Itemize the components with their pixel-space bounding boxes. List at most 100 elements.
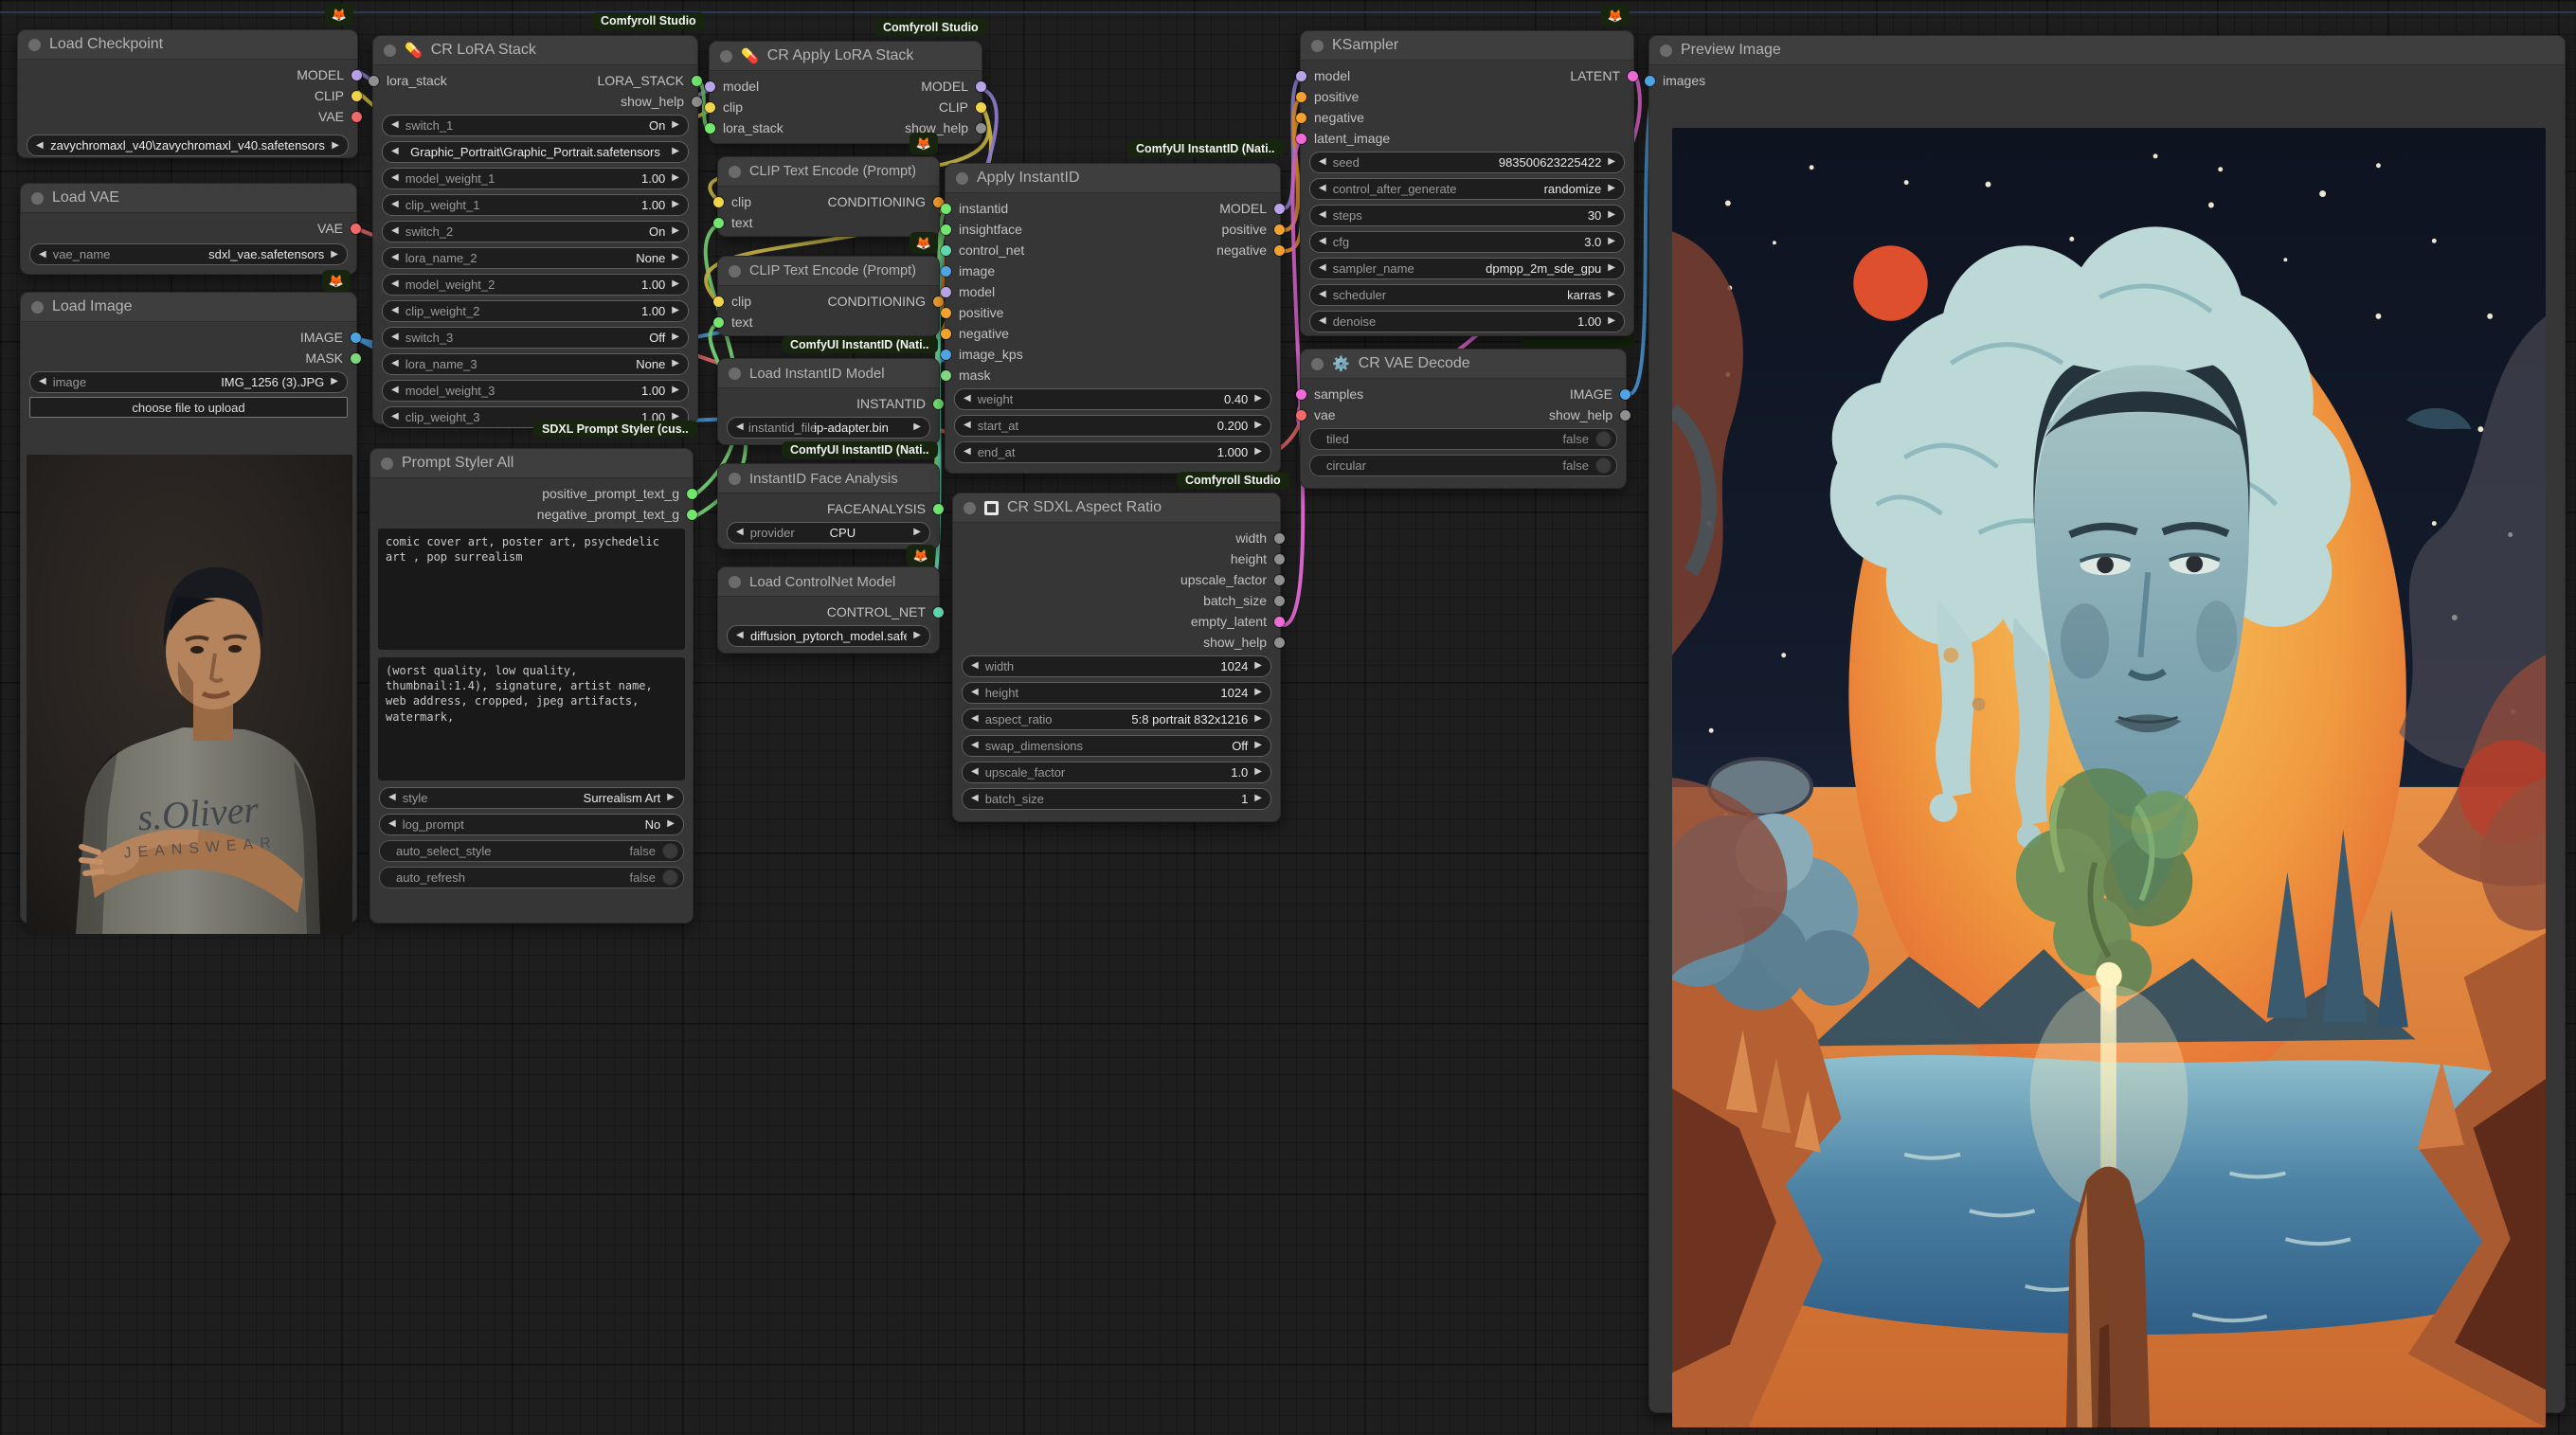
output-port-image[interactable] — [351, 332, 361, 343]
collapse-dot-icon[interactable] — [1311, 357, 1324, 370]
widget-log-prompt[interactable]: ◀ log_prompt No ▶ — [379, 813, 684, 835]
input-port-model[interactable] — [941, 286, 951, 297]
output-port-control-net[interactable] — [933, 606, 944, 618]
increment-icon[interactable]: ▶ — [1254, 714, 1262, 724]
increment-icon[interactable]: ▶ — [1254, 794, 1262, 803]
toggle-circular[interactable]: circular false — [1309, 454, 1617, 476]
decrement-icon[interactable]: ◀ — [1319, 157, 1326, 167]
output-port-show-help[interactable] — [692, 96, 702, 107]
decrement-icon[interactable]: ◀ — [971, 688, 979, 697]
output-port-show-help[interactable] — [976, 122, 986, 134]
output-port-negative-text[interactable] — [687, 509, 697, 520]
decrement-icon[interactable]: ◀ — [391, 200, 399, 209]
node-title-bar[interactable]: Apply InstantID — [946, 164, 1280, 193]
increment-icon[interactable]: ▶ — [1608, 316, 1615, 326]
input-port-clip[interactable] — [713, 296, 724, 307]
collapse-dot-icon[interactable] — [720, 49, 732, 63]
input-port-text[interactable] — [713, 316, 724, 328]
widget-instantid-file[interactable]: ◀ instantid_file ip-adapter.bin ▶ — [727, 416, 930, 439]
increment-icon[interactable]: ▶ — [672, 226, 679, 236]
output-port-show-help[interactable] — [1619, 409, 1630, 421]
output-port-mask[interactable] — [351, 352, 361, 364]
output-port-clip[interactable] — [351, 90, 362, 101]
widget-height[interactable]: ◀ height 1024 ▶ — [962, 681, 1271, 704]
widget-seed[interactable]: ◀ seed 983500623225422 ▶ — [1309, 151, 1625, 173]
input-port-vae[interactable] — [1296, 409, 1306, 421]
collapse-dot-icon[interactable] — [1311, 39, 1324, 52]
widget-aspect-ratio[interactable]: ◀ aspect_ratio 5:8 portrait 832x1216 ▶ — [962, 708, 1271, 730]
widget-scheduler[interactable]: ◀ scheduler karras ▶ — [1309, 283, 1625, 306]
output-port-clip[interactable] — [975, 101, 986, 113]
input-port-model[interactable] — [705, 81, 715, 92]
node-load-checkpoint[interactable]: Load Checkpoint MODEL CLIP VAE ◀ zavychr… — [17, 29, 362, 158]
widget-ckpt-name[interactable]: ◀ zavychromaxl_v40\zavychromaxl_v40.safe… — [27, 135, 349, 156]
input-port-images[interactable] — [1645, 75, 1655, 86]
node-title-bar[interactable]: Load ControlNet Model — [718, 567, 939, 597]
output-port-image[interactable] — [1619, 388, 1630, 400]
output-port-negative[interactable] — [1274, 244, 1285, 256]
widget-model-weight-2[interactable]: ◀ model_weight_2 1.00 ▶ — [382, 273, 689, 296]
node-title-bar[interactable]: Load InstantID Model — [718, 359, 939, 388]
input-port-text[interactable] — [713, 217, 724, 228]
input-port-image-kps[interactable] — [941, 349, 951, 360]
toggle-knob[interactable] — [1595, 457, 1612, 474]
output-port-faceanalysis[interactable] — [933, 503, 944, 514]
node-title-bar[interactable]: Load VAE — [21, 184, 356, 213]
node-title-bar[interactable]: Prompt Styler All — [370, 449, 693, 478]
increment-icon[interactable]: ▶ — [1608, 263, 1615, 273]
widget-image-file[interactable]: ◀ image IMG_1256 (3).JPG ▶ — [29, 370, 348, 393]
widget-switch-3[interactable]: ◀ switch_3 Off ▶ — [382, 326, 689, 349]
decrement-icon[interactable]: ◀ — [964, 394, 971, 404]
widget-style[interactable]: ◀ style Surrealism Art ▶ — [379, 786, 684, 809]
node-cr-lora-stack[interactable]: 💊 CR LoRA Stack lora_stack LORA_STACK sh… — [369, 35, 702, 428]
decrement-icon[interactable]: ◀ — [391, 306, 399, 315]
output-port-instantid[interactable] — [933, 398, 944, 409]
decrement-icon[interactable]: ◀ — [971, 661, 979, 671]
collapse-dot-icon[interactable] — [964, 501, 976, 514]
widget-end-at[interactable]: ◀ end_at 1.000 ▶ — [954, 440, 1271, 463]
increment-icon[interactable]: ▶ — [1254, 447, 1262, 457]
widget-clip-weight-1[interactable]: ◀ clip_weight_1 1.00 ▶ — [382, 193, 689, 216]
increment-icon[interactable]: ▶ — [331, 377, 338, 386]
node-title-bar[interactable]: 💊 CR LoRA Stack — [373, 36, 697, 65]
widget-switch-2[interactable]: ◀ switch_2 On ▶ — [382, 220, 689, 242]
increment-icon[interactable]: ▶ — [1254, 421, 1262, 430]
node-title-bar[interactable]: ⚙️ CR VAE Decode — [1301, 350, 1626, 379]
increment-icon[interactable]: ▶ — [667, 793, 675, 802]
input-port-latent-image[interactable] — [1296, 133, 1306, 144]
increment-icon[interactable]: ▶ — [672, 200, 679, 209]
widget-swap-dimensions[interactable]: ◀ swap_dimensions Off ▶ — [962, 734, 1271, 757]
decrement-icon[interactable]: ◀ — [736, 528, 744, 537]
input-port-negative[interactable] — [941, 328, 951, 339]
increment-icon[interactable]: ▶ — [672, 386, 679, 395]
decrement-icon[interactable]: ◀ — [736, 631, 744, 640]
widget-lora-name-2[interactable]: ◀ lora_name_2 None ▶ — [382, 246, 689, 269]
output-port-positive[interactable] — [1274, 224, 1285, 235]
widget-model-weight-1[interactable]: ◀ model_weight_1 1.00 ▶ — [382, 167, 689, 189]
node-title-bar[interactable]: CLIP Text Encode (Prompt) — [718, 257, 939, 286]
increment-icon[interactable]: ▶ — [1608, 184, 1615, 193]
increment-icon[interactable]: ▶ — [1254, 767, 1262, 777]
output-port-positive-text[interactable] — [687, 488, 697, 499]
output-port-lora-stack[interactable] — [691, 75, 702, 86]
node-title-bar[interactable]: Preview Image — [1649, 36, 2565, 65]
collapse-dot-icon[interactable] — [384, 44, 396, 57]
output-port-height[interactable] — [1274, 553, 1285, 565]
choose-file-button[interactable]: choose file to upload — [29, 397, 348, 418]
node-ksampler[interactable]: KSampler model LATENT positive negative … — [1296, 30, 1638, 336]
output-port-model[interactable] — [976, 81, 986, 92]
input-port-lora-stack[interactable] — [705, 122, 715, 134]
toggle-knob[interactable] — [662, 869, 678, 886]
increment-icon[interactable]: ▶ — [913, 631, 921, 640]
node-load-instantid-model[interactable]: Load InstantID Model INSTANTID ◀ instant… — [717, 358, 944, 445]
node-apply-instantid[interactable]: Apply InstantID instantid MODEL insightf… — [941, 163, 1285, 474]
collapse-dot-icon[interactable] — [729, 472, 741, 485]
decrement-icon[interactable]: ◀ — [1319, 237, 1326, 246]
decrement-icon[interactable]: ◀ — [391, 359, 399, 368]
increment-icon[interactable]: ▶ — [913, 528, 921, 537]
output-port-model[interactable] — [1273, 203, 1285, 214]
node-title-bar[interactable]: Load Image — [21, 293, 356, 322]
node-preview-image[interactable]: Preview Image images — [1645, 35, 2566, 1427]
input-port-insightface[interactable] — [941, 224, 951, 235]
widget-provider[interactable]: ◀ provider CPU ▶ — [727, 521, 930, 544]
